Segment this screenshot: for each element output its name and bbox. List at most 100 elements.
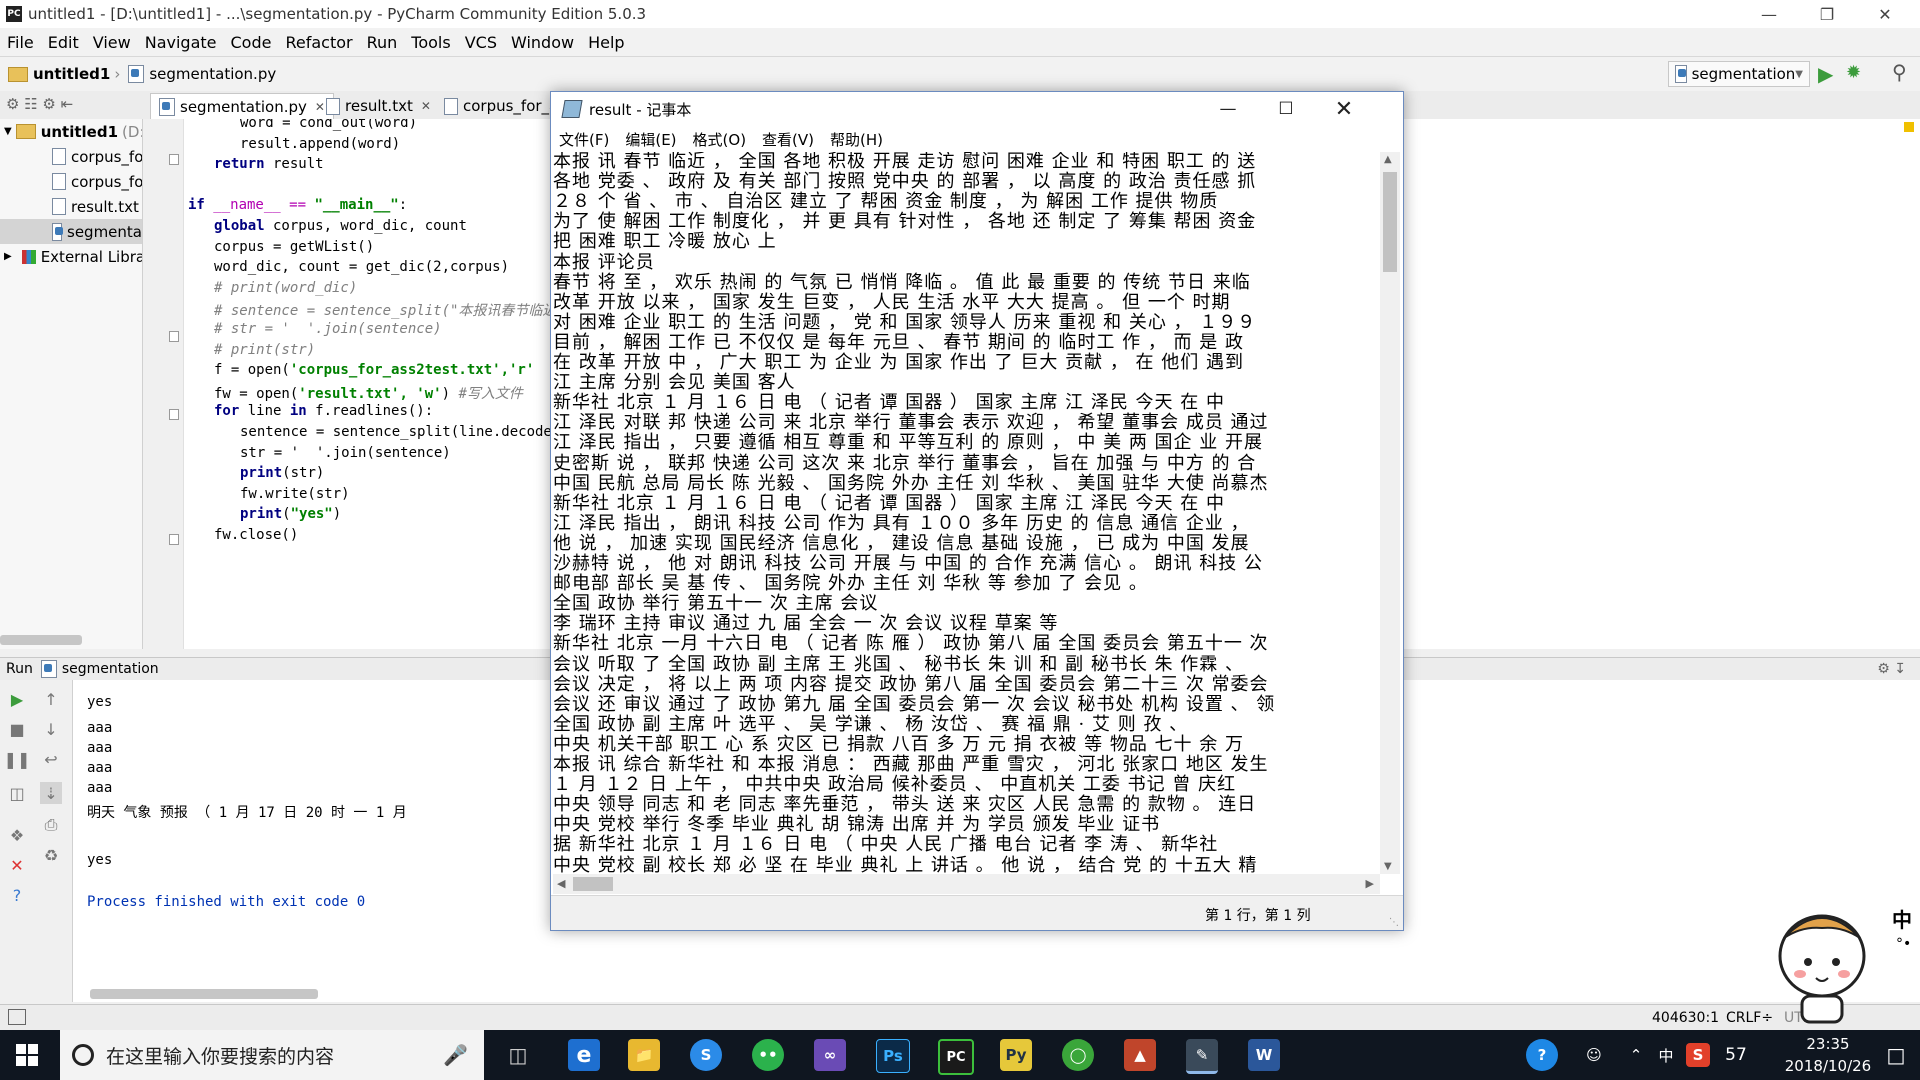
stop-icon[interactable]: ■ <box>6 718 28 740</box>
python-icon[interactable]: Py <box>1000 1039 1032 1071</box>
code-line[interactable]: corpus = getWList() <box>214 239 374 255</box>
fold-marker-icon[interactable] <box>169 534 179 545</box>
restore-icon[interactable]: ❐ <box>1798 0 1856 28</box>
notepad-hscrollbar[interactable]: ◀ ▶ <box>553 874 1380 894</box>
code-line[interactable]: fw.close() <box>214 527 298 543</box>
tree-item[interactable]: result.txt <box>52 194 139 219</box>
tree-external-libraries[interactable]: ▶ External Libra <box>4 244 142 269</box>
menu-item-vcs[interactable]: VCS <box>458 33 504 52</box>
notepad-menu-item[interactable]: 帮助(H) <box>822 129 891 150</box>
breadcrumb-file[interactable]: segmentation.py <box>128 65 276 83</box>
menu-item-file[interactable]: File <box>0 33 41 52</box>
edge-icon[interactable]: e <box>568 1039 600 1071</box>
code-line[interactable]: # print(str) <box>214 342 315 358</box>
microphone-icon[interactable]: 🎤 <box>443 1043 468 1067</box>
visualstudio-icon[interactable]: ∞ <box>814 1039 846 1071</box>
line-separator[interactable]: CRLF÷ <box>1726 1010 1773 1026</box>
notepad-vscrollbar[interactable]: ▲ ▼ <box>1380 152 1400 874</box>
notepad-menu-item[interactable]: 文件(F) <box>551 129 617 150</box>
scroll-right-arrow-icon[interactable]: ▶ <box>1366 877 1374 890</box>
tab-result[interactable]: result.txt ✕ <box>318 93 439 119</box>
breadcrumb-project[interactable]: untitled1 › <box>8 65 120 83</box>
print-icon[interactable]: ⎙ <box>40 814 62 836</box>
menu-item-refactor[interactable]: Refactor <box>278 33 359 52</box>
matlab-icon[interactable]: ▲ <box>1124 1039 1156 1071</box>
close-run-icon[interactable]: ✕ <box>6 854 28 876</box>
scroll-thumb[interactable] <box>1383 172 1397 272</box>
ime-dot-icon[interactable]: °• <box>1896 936 1911 952</box>
pycharm-icon[interactable]: PC <box>938 1039 974 1075</box>
menu-item-run[interactable]: Run <box>360 33 405 52</box>
code-line[interactable]: if __name__ == "__main__": <box>188 197 407 213</box>
code-line[interactable]: fw = open('result.txt', 'w') #写入文件 <box>214 383 523 403</box>
notifications-icon[interactable]: □ <box>1880 1039 1912 1071</box>
menu-item-tools[interactable]: Tools <box>404 33 457 52</box>
fold-marker-icon[interactable] <box>169 154 179 165</box>
chrome-icon[interactable]: ◯ <box>1062 1039 1094 1071</box>
code-line[interactable]: return result <box>214 156 324 172</box>
code-line[interactable]: f = open('corpus_for_ass2test.txt','r' <box>214 362 534 378</box>
scroll-up-arrow-icon[interactable]: ▲ <box>1384 154 1392 165</box>
menu-item-view[interactable]: View <box>86 33 138 52</box>
resize-grip-icon[interactable]: ⋱ <box>1389 917 1399 928</box>
rerun-icon[interactable]: ▶ <box>6 688 28 710</box>
tray-overflow-icon[interactable]: ⌃ <box>1620 1039 1652 1071</box>
notepad-text-area[interactable]: 本报 讯 春节 临近 ， 全国 各地 积极 开展 走访 慰问 困难 企业 和 特… <box>553 152 1379 874</box>
code-line[interactable]: for line in f.readlines(): <box>214 403 433 419</box>
sogou-icon[interactable]: S <box>690 1039 722 1071</box>
scroll-thumb[interactable] <box>573 877 613 891</box>
tab-segmentation[interactable]: segmentation.py ✕ <box>150 93 334 120</box>
ime-side-indicator[interactable]: 中 <box>1892 904 1912 933</box>
tree-item[interactable]: corpus_fo <box>52 144 142 169</box>
pin-icon[interactable]: ❖ <box>6 824 28 846</box>
code-line[interactable]: global corpus, word_dic, count <box>214 218 467 234</box>
wechat-icon[interactable]: •• <box>752 1039 784 1071</box>
tree-item-selected[interactable]: segmenta <box>0 219 142 244</box>
task-view-icon[interactable]: ◫ <box>502 1039 534 1071</box>
code-line[interactable]: str = ' '.join(sentence) <box>240 445 451 461</box>
help-tray-icon[interactable]: ? <box>1526 1039 1558 1071</box>
console-hscrollbar[interactable] <box>90 989 318 999</box>
close-icon[interactable]: ✕ <box>1856 0 1914 28</box>
menu-item-window[interactable]: Window <box>504 33 581 52</box>
start-windows-icon[interactable] <box>16 1044 38 1066</box>
code-line[interactable]: # str = ' '.join(sentence) <box>214 321 442 337</box>
scroll-up-icon[interactable]: ↑ <box>40 688 62 710</box>
scroll-left-arrow-icon[interactable]: ◀ <box>557 877 565 890</box>
caret-position[interactable]: 404630:1 <box>1652 1010 1719 1026</box>
clock-date[interactable]: 2018/10/26 <box>1772 1057 1884 1075</box>
menu-item-help[interactable]: Help <box>581 33 631 52</box>
menu-item-code[interactable]: Code <box>224 33 279 52</box>
code-line[interactable]: print(str) <box>240 465 324 481</box>
word-icon[interactable]: W <box>1248 1039 1280 1071</box>
tree-root[interactable]: ▼ untitled1 (D: <box>4 119 142 144</box>
run-panel-settings-icon[interactable]: ⚙ ↧ <box>1877 661 1906 677</box>
notepad-menu-item[interactable]: 查看(V) <box>754 129 822 150</box>
pause-icon[interactable]: ❚❚ <box>4 748 31 770</box>
minimize-icon[interactable]: — <box>1199 92 1257 126</box>
help-icon[interactable]: ? <box>6 884 28 906</box>
clock-time[interactable]: 23:35 <box>1772 1035 1884 1053</box>
code-line[interactable]: word = cond_out(word) <box>240 119 417 131</box>
project-hscrollbar[interactable] <box>0 635 82 645</box>
notepad-icon[interactable]: ✎ <box>1186 1039 1218 1074</box>
code-line[interactable]: # print(word_dic) <box>214 280 357 296</box>
run-configuration-select[interactable]: segmentation ▼ <box>1668 61 1810 87</box>
fold-marker-icon[interactable] <box>169 409 179 420</box>
tree-item[interactable]: corpus_fo <box>52 169 142 194</box>
code-line[interactable]: word_dic, count = get_dic(2,corpus) <box>214 259 509 275</box>
taskbar-search[interactable]: 在这里输入你要搜索的内容 🎤 <box>60 1030 484 1080</box>
notepad-menu-item[interactable]: 编辑(E) <box>617 129 684 150</box>
photoshop-icon[interactable]: Ps <box>876 1039 910 1073</box>
project-view-icons[interactable]: ⚙ ☷ ⚙ ⇤ <box>6 95 73 113</box>
scroll-down-arrow-icon[interactable]: ▼ <box>1384 861 1392 872</box>
scroll-to-end-icon[interactable]: ⇣ <box>40 782 62 804</box>
trash-icon[interactable]: ♻ <box>40 844 62 866</box>
search-everywhere-icon[interactable]: ⚲ <box>1892 60 1907 84</box>
menu-item-navigate[interactable]: Navigate <box>138 33 224 52</box>
layout-icon[interactable]: ◫ <box>6 782 28 804</box>
code-line[interactable]: fw.write(str) <box>240 486 350 502</box>
soft-wrap-icon[interactable]: ↩ <box>40 748 62 770</box>
minimize-icon[interactable]: — <box>1740 0 1798 28</box>
run-icon[interactable]: ▶ <box>1818 62 1833 86</box>
